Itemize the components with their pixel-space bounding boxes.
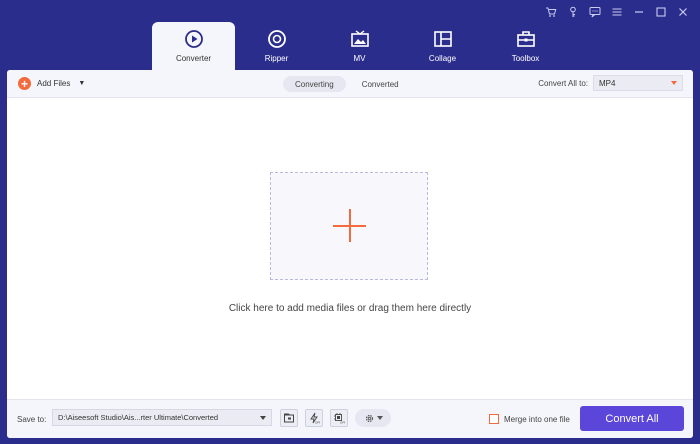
- add-media-drop-area[interactable]: [270, 172, 428, 280]
- save-path-value: D:\Aiseesoft Studio\Ais...rter Ultimate\…: [58, 413, 219, 422]
- save-path-select[interactable]: D:\Aiseesoft Studio\Ais...rter Ultimate\…: [52, 409, 272, 426]
- toolbox-icon: [515, 28, 537, 50]
- drop-hint-text: Click here to add media files or drag th…: [228, 303, 472, 314]
- format-value: MP4: [599, 78, 616, 88]
- merge-checkbox[interactable]: Merge into one file: [489, 414, 570, 424]
- tab-collage[interactable]: Collage: [401, 22, 484, 70]
- tab-converting[interactable]: Converting: [283, 76, 346, 92]
- caret-down-icon: [376, 416, 383, 420]
- add-files-button[interactable]: + Add Files ▼: [18, 77, 85, 90]
- plus-icon-vertical: [349, 209, 351, 242]
- add-files-label: Add Files: [37, 79, 71, 88]
- tab-ripper[interactable]: Ripper: [235, 22, 318, 70]
- convert-all-button[interactable]: Convert All: [580, 406, 684, 431]
- caret-down-icon: [671, 81, 677, 85]
- gear-icon: [365, 414, 373, 422]
- bottom-bar: Save to: D:\Aiseesoft Studio\Ais...rter …: [7, 399, 693, 438]
- titlebar-controls: [542, 5, 692, 19]
- key-icon[interactable]: [564, 5, 582, 19]
- ripper-icon: [266, 28, 288, 50]
- caret-down-icon: [260, 415, 266, 420]
- tab-converter[interactable]: Converter: [152, 22, 235, 70]
- mv-icon: [349, 28, 371, 50]
- folder-icon: [284, 413, 294, 423]
- chip-off-icon: OFF: [334, 413, 345, 425]
- feedback-icon[interactable]: [586, 5, 604, 19]
- open-folder-button[interactable]: [280, 409, 298, 427]
- tab-toolbox[interactable]: Toolbox: [484, 22, 567, 70]
- convert-all-to: Convert All to: MP4: [538, 75, 683, 91]
- tab-label: Toolbox: [511, 54, 540, 63]
- minimize-icon[interactable]: [630, 5, 648, 19]
- hardware-acceleration-button[interactable]: OFF: [305, 409, 323, 427]
- format-select[interactable]: MP4: [593, 75, 683, 91]
- maximize-icon[interactable]: [652, 5, 670, 19]
- cart-icon[interactable]: [542, 5, 560, 19]
- tab-label: Converter: [175, 54, 212, 63]
- converter-toolbar: + Add Files ▼ Converting Converted Conve…: [7, 70, 693, 98]
- menu-icon[interactable]: [608, 5, 626, 19]
- lightning-off-icon: OFF: [310, 412, 320, 425]
- tab-label: MV: [353, 54, 366, 63]
- collage-icon: [432, 28, 454, 50]
- app-window: Converter Ripper MV Collage Toolbox + Ad…: [0, 0, 700, 444]
- output-settings-button[interactable]: [355, 409, 391, 427]
- gpu-acceleration-button[interactable]: OFF: [330, 409, 348, 427]
- converter-icon: [183, 28, 205, 50]
- tab-converted[interactable]: Converted: [350, 76, 411, 92]
- svg-text:OFF: OFF: [315, 421, 320, 425]
- tab-label: Ripper: [264, 54, 289, 63]
- convert-all-to-label: Convert All to:: [538, 78, 588, 88]
- merge-checkbox-box[interactable]: [489, 414, 499, 424]
- converter-panel: + Add Files ▼ Converting Converted Conve…: [7, 70, 693, 438]
- svg-text:OFF: OFF: [340, 421, 345, 425]
- save-to-label: Save to:: [17, 415, 47, 424]
- add-icon: +: [18, 77, 31, 90]
- tab-label: Collage: [428, 54, 457, 63]
- merge-label: Merge into one file: [504, 414, 570, 424]
- main-tabs: Converter Ripper MV Collage Toolbox: [152, 22, 567, 70]
- chevron-down-icon[interactable]: ▼: [78, 80, 85, 87]
- close-icon[interactable]: [674, 5, 692, 19]
- tab-mv[interactable]: MV: [318, 22, 401, 70]
- sub-tabs: Converting Converted: [283, 76, 411, 92]
